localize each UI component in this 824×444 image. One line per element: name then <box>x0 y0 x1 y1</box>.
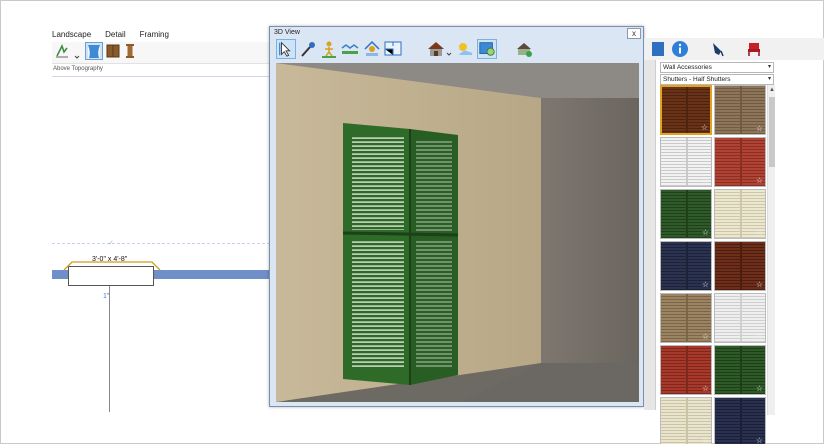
library-subcategory-value: Shutters - Half Shutters <box>663 76 731 83</box>
swatch-divider <box>740 138 742 186</box>
favorite-star-icon[interactable]: ☆ <box>701 124 708 132</box>
library-swatch[interactable]: ☆ <box>714 293 766 343</box>
select-objects-icon[interactable] <box>276 39 296 59</box>
library-category-value: Wall Accessories <box>663 64 712 71</box>
swatch-divider <box>686 242 688 290</box>
favorite-star-icon[interactable]: ☆ <box>756 333 763 341</box>
library-subcategory-select[interactable]: Shutters - Half Shutters ▾ <box>660 74 774 85</box>
library-swatch[interactable]: ☆ <box>714 85 766 135</box>
view3d-title: 3D View <box>274 29 300 36</box>
floor-plan-canvas[interactable] <box>52 76 270 416</box>
library-swatch[interactable]: ☆ <box>714 137 766 187</box>
swatch-divider <box>686 87 688 133</box>
sun-icon[interactable] <box>455 39 475 59</box>
view3d-viewport[interactable] <box>276 63 639 402</box>
chevron-down-icon: ▾ <box>767 64 771 70</box>
render-icon[interactable] <box>477 39 497 59</box>
landscape-plant-icon[interactable] <box>54 43 70 59</box>
eyedropper-icon[interactable] <box>298 39 318 59</box>
favorite-star-icon[interactable]: ☆ <box>702 333 709 341</box>
swatch-divider <box>740 294 742 342</box>
library-swatch[interactable]: ☆ <box>660 137 712 187</box>
library-swatch[interactable]: ☆ <box>714 241 766 291</box>
side-wall <box>541 98 639 402</box>
favorite-star-icon[interactable]: ☆ <box>756 177 763 185</box>
favorite-star-icon[interactable]: ☆ <box>756 229 763 237</box>
library-swatch[interactable]: ☆ <box>714 345 766 395</box>
library-swatch[interactable]: ☆ <box>660 397 712 444</box>
floor-plan-icon[interactable] <box>383 39 403 59</box>
favorite-star-icon[interactable]: ☆ <box>756 437 763 444</box>
swatch-divider <box>740 242 742 290</box>
camera-icon[interactable] <box>340 39 360 59</box>
chevron-down-icon: ▾ <box>767 76 771 82</box>
dropdown-arrow-icon[interactable] <box>72 44 82 60</box>
library-swatch[interactable]: ☆ <box>714 397 766 444</box>
library-swatch[interactable]: ☆ <box>660 241 712 291</box>
swatch-divider <box>686 398 688 444</box>
favorite-star-icon[interactable]: ☆ <box>756 385 763 393</box>
shutter-assembly <box>342 123 459 385</box>
close-icon[interactable]: x <box>627 28 641 39</box>
library-swatch[interactable]: ☆ <box>660 345 712 395</box>
swatch-divider <box>740 190 742 238</box>
favorite-star-icon[interactable]: ☆ <box>702 385 709 393</box>
view3d-window[interactable]: 3D View x <box>269 26 644 407</box>
swatch-divider <box>686 190 688 238</box>
cabinet-icon[interactable] <box>105 43 121 59</box>
swatch-divider <box>740 346 742 394</box>
favorite-star-icon[interactable]: ☆ <box>702 177 709 185</box>
swatch-divider <box>740 398 742 444</box>
chair-icon[interactable] <box>745 40 763 58</box>
dollhouse-icon[interactable] <box>362 39 382 59</box>
favorite-star-icon[interactable]: ☆ <box>702 229 709 237</box>
info-icon[interactable] <box>671 40 689 58</box>
scrollbar-thumb[interactable] <box>769 97 775 167</box>
library-tabs <box>644 38 824 60</box>
favorite-star-icon[interactable]: ☆ <box>756 281 763 289</box>
swatch-divider <box>740 86 742 134</box>
plan-guide-line <box>52 243 270 244</box>
swatch-divider <box>686 138 688 186</box>
window-curtain-icon[interactable] <box>85 42 103 60</box>
scroll-up-icon[interactable]: ▲ <box>768 85 776 95</box>
house-icon[interactable] <box>426 39 446 59</box>
column-icon[interactable] <box>122 43 138 59</box>
menu-landscape[interactable]: Landscape <box>52 30 91 42</box>
favorite-star-icon[interactable]: ☆ <box>756 125 763 133</box>
house-dropdown-icon[interactable] <box>445 39 453 59</box>
menu-detail[interactable]: Detail <box>105 30 125 42</box>
window-dimension-label: 3'-0" x 4'-8" <box>92 256 128 263</box>
menu-framing[interactable]: Framing <box>140 30 169 42</box>
pen-icon[interactable] <box>708 40 726 58</box>
walkthrough-icon[interactable] <box>319 39 339 59</box>
library-scrollbar[interactable]: ▲ <box>767 85 775 415</box>
library-swatch-grid: ☆ ☆ ☆ ☆ ☆ ☆ ☆ ☆ ☆ ☆ ☆ ☆ ☆ ☆ <box>660 85 766 444</box>
library-swatch[interactable]: ☆ <box>660 293 712 343</box>
library-category-select[interactable]: Wall Accessories ▾ <box>660 62 774 73</box>
menu-bar: Landscape Detail Framing <box>52 30 169 42</box>
library-swatch[interactable]: ☆ <box>660 189 712 239</box>
ribbon-group-label: Above Topography <box>53 66 103 72</box>
favorite-star-icon[interactable]: ☆ <box>702 437 709 444</box>
swatch-divider <box>686 294 688 342</box>
swatch-divider <box>686 346 688 394</box>
library-side-strip <box>644 60 656 410</box>
blue-toolbar-icon[interactable] <box>652 40 666 58</box>
plan-tick-mark: ✓ <box>108 240 114 247</box>
library-swatch[interactable]: ☆ <box>714 189 766 239</box>
favorite-star-icon[interactable]: ☆ <box>702 281 709 289</box>
dimension-line <box>109 286 110 412</box>
library-swatch[interactable]: ☆ <box>660 85 712 135</box>
exterior-icon[interactable] <box>514 39 534 59</box>
view3d-toolbar <box>274 39 639 61</box>
room-render <box>276 63 639 402</box>
